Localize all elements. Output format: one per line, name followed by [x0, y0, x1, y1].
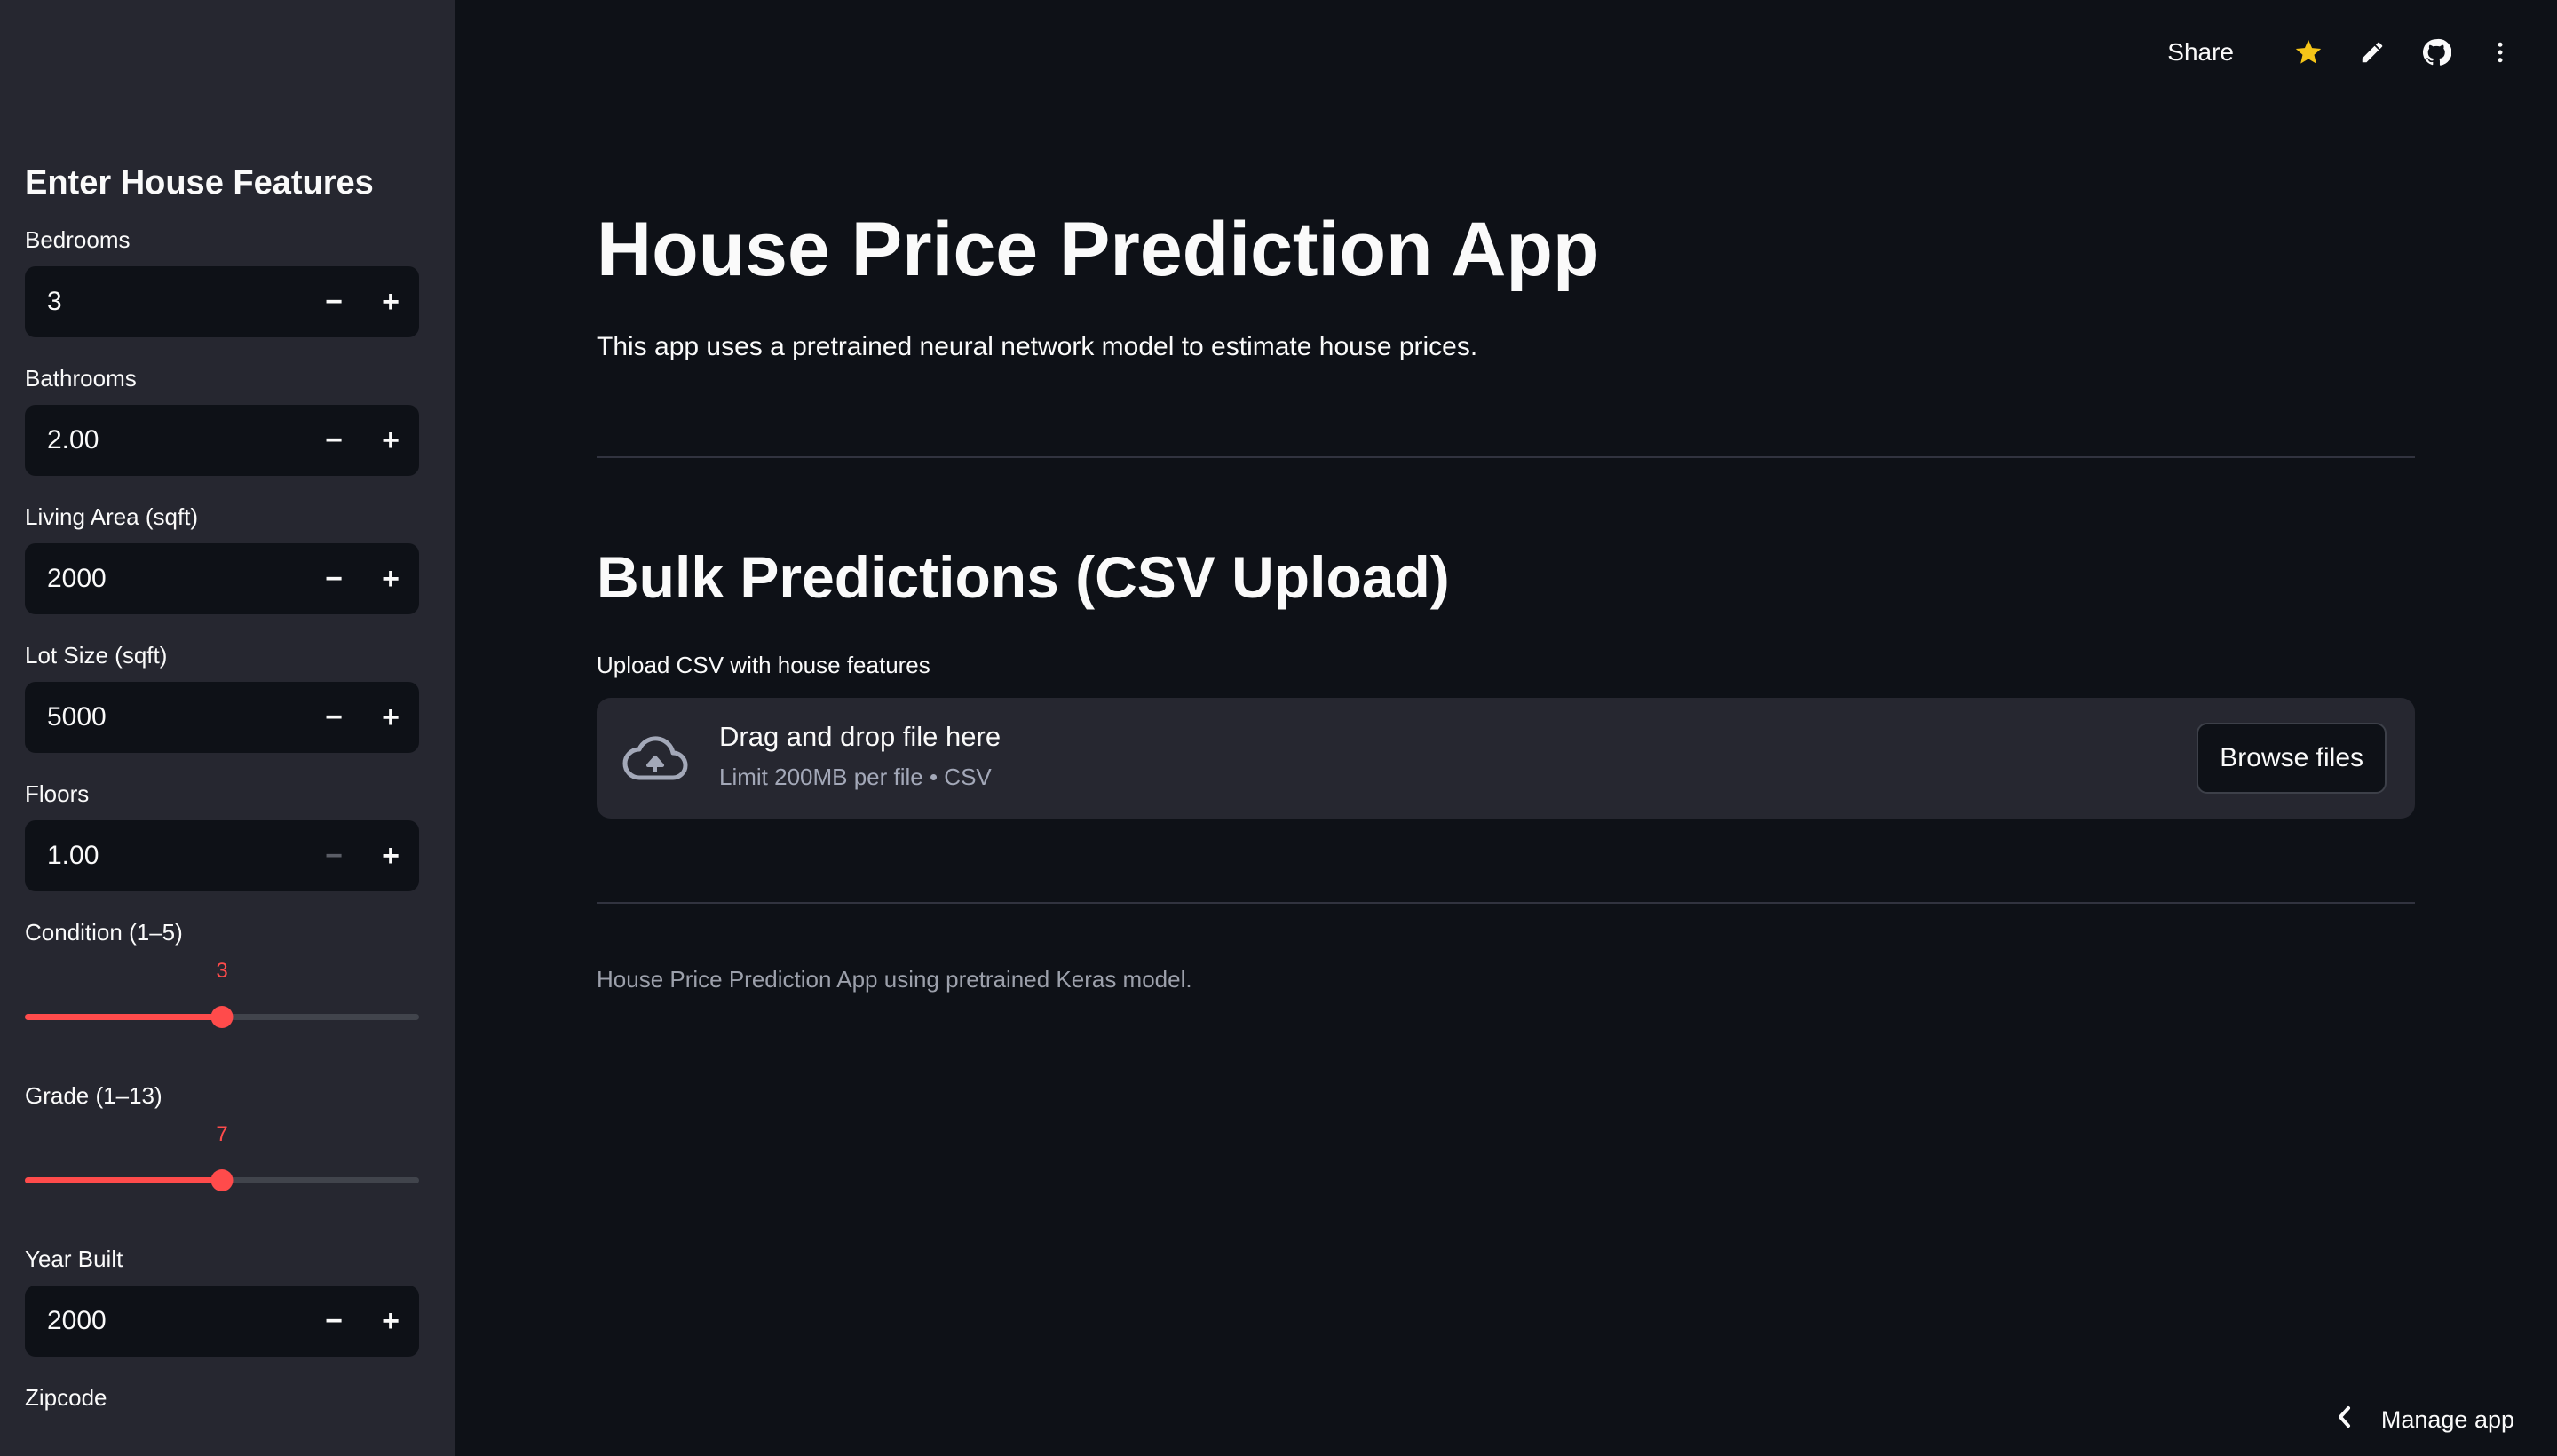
zipcode-field: Zipcode: [25, 1380, 430, 1415]
sidebar-title: Enter House Features: [25, 164, 374, 202]
living-area-increment-button[interactable]: +: [362, 543, 419, 614]
condition-label: Condition (1–5): [25, 919, 183, 946]
bedrooms-label: Bedrooms: [25, 226, 131, 253]
browse-files-button[interactable]: Browse files: [2197, 723, 2387, 794]
bathrooms-label: Bathrooms: [25, 365, 137, 392]
living-area-value[interactable]: 2000: [25, 543, 305, 614]
grade-field: Grade (1–13) 7: [25, 1078, 430, 1218]
year-built-decrement-button[interactable]: −: [305, 1286, 362, 1357]
dropzone-limit: Limit 200MB per file • CSV: [719, 764, 992, 790]
bulk-predictions-heading: Bulk Predictions (CSV Upload): [597, 544, 1450, 610]
sidebar: Enter House Features Bedrooms 3 − + Bath…: [0, 0, 455, 1456]
grade-slider-value: 7: [216, 1122, 228, 1146]
condition-slider-value: 3: [216, 959, 228, 983]
star-icon[interactable]: [2287, 31, 2330, 74]
living-area-field: Living Area (sqft) 2000 − +: [25, 499, 430, 614]
living-area-label: Living Area (sqft): [25, 503, 199, 530]
github-icon[interactable]: [2415, 31, 2458, 74]
living-area-input[interactable]: 2000 − +: [25, 543, 419, 614]
edit-icon[interactable]: [2351, 31, 2394, 74]
grade-slider-fill: [25, 1177, 222, 1183]
bathrooms-input[interactable]: 2.00 − +: [25, 405, 419, 476]
lot-size-decrement-button[interactable]: −: [305, 682, 362, 753]
lot-size-label: Lot Size (sqft): [25, 642, 168, 669]
condition-slider-fill: [25, 1014, 222, 1020]
condition-field: Condition (1–5) 3: [25, 914, 430, 1055]
divider: [597, 902, 2415, 904]
year-built-field: Year Built 2000 − +: [25, 1241, 430, 1357]
chevron-left-icon: [2335, 1405, 2355, 1435]
year-built-input[interactable]: 2000 − +: [25, 1286, 419, 1357]
lot-size-input[interactable]: 5000 − +: [25, 682, 419, 753]
bedrooms-value[interactable]: 3: [25, 266, 305, 337]
upload-label: Upload CSV with house features: [597, 652, 930, 678]
condition-slider-thumb[interactable]: [210, 1006, 234, 1028]
living-area-decrement-button[interactable]: −: [305, 543, 362, 614]
file-dropzone[interactable]: Drag and drop file here Limit 200MB per …: [597, 698, 2415, 819]
grade-slider-thumb[interactable]: [210, 1169, 234, 1191]
floors-increment-button[interactable]: +: [362, 820, 419, 891]
grade-slider[interactable]: 7: [25, 1122, 419, 1218]
year-built-value[interactable]: 2000: [25, 1286, 305, 1357]
bedrooms-input[interactable]: 3 − +: [25, 266, 419, 337]
lot-size-field: Lot Size (sqft) 5000 − +: [25, 637, 430, 753]
floors-label: Floors: [25, 780, 90, 807]
more-vertical-icon[interactable]: [2479, 31, 2521, 74]
bathrooms-field: Bathrooms 2.00 − +: [25, 360, 430, 476]
manage-app-button[interactable]: Manage app: [2335, 1405, 2514, 1435]
top-toolbar: Share: [2167, 0, 2557, 105]
page-title: House Price Prediction App: [597, 207, 1600, 292]
zipcode-label: Zipcode: [25, 1384, 107, 1411]
lot-size-increment-button[interactable]: +: [362, 682, 419, 753]
page-description: This app uses a pretrained neural networ…: [597, 332, 1478, 361]
bedrooms-increment-button[interactable]: +: [362, 266, 419, 337]
grade-label: Grade (1–13): [25, 1082, 162, 1109]
bathrooms-value[interactable]: 2.00: [25, 405, 305, 476]
bedrooms-field: Bedrooms 3 − +: [25, 222, 430, 337]
floors-field: Floors 1.00 − +: [25, 776, 430, 891]
bathrooms-increment-button[interactable]: +: [362, 405, 419, 476]
year-built-label: Year Built: [25, 1246, 123, 1272]
cloud-upload-icon: [621, 732, 689, 785]
year-built-increment-button[interactable]: +: [362, 1286, 419, 1357]
floors-input[interactable]: 1.00 − +: [25, 820, 419, 891]
floors-value[interactable]: 1.00: [25, 820, 305, 891]
share-button[interactable]: Share: [2167, 38, 2234, 67]
bedrooms-decrement-button[interactable]: −: [305, 266, 362, 337]
lot-size-value[interactable]: 5000: [25, 682, 305, 753]
dropzone-instructions: Drag and drop file here: [719, 721, 1001, 752]
floors-decrement-button[interactable]: −: [305, 820, 362, 891]
condition-slider[interactable]: 3: [25, 959, 419, 1055]
divider: [597, 456, 2415, 458]
bathrooms-decrement-button[interactable]: −: [305, 405, 362, 476]
manage-app-label: Manage app: [2380, 1406, 2514, 1433]
footer-caption: House Price Prediction App using pretrai…: [597, 966, 1192, 993]
